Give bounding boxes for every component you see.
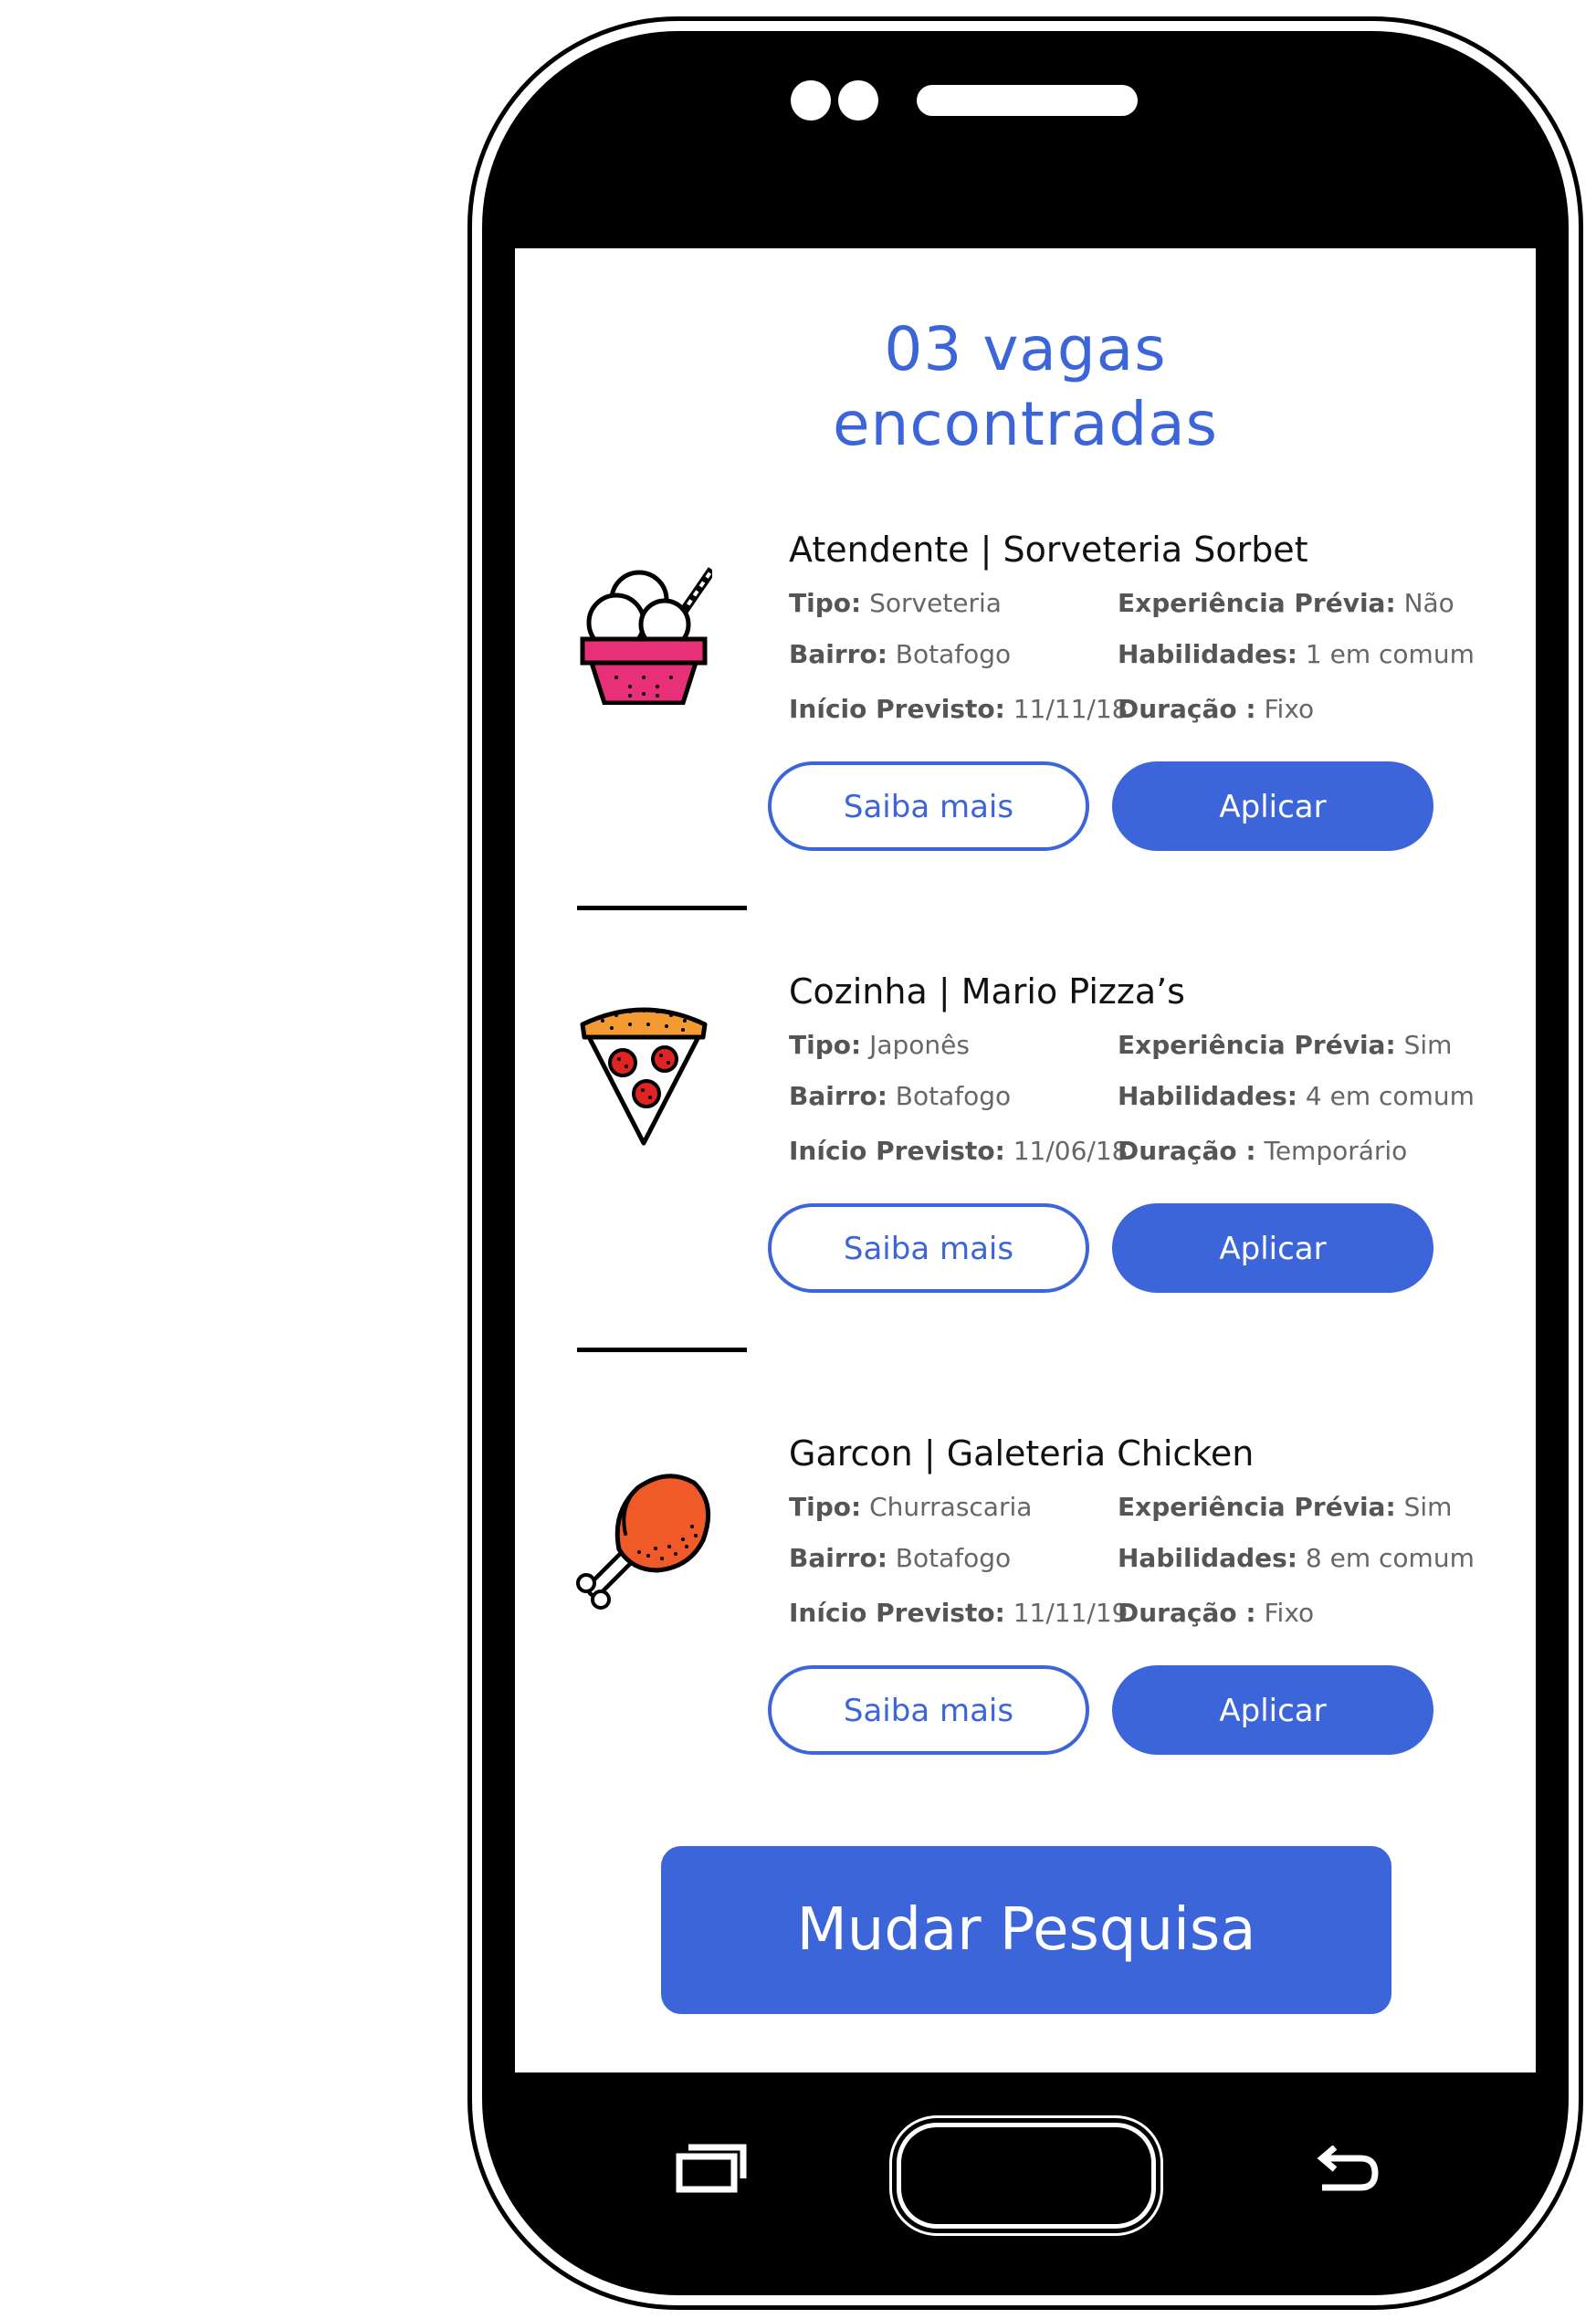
learn-more-button[interactable]: Saiba mais [768, 761, 1089, 851]
job-title: Garcon | Galeteria Chicken [789, 1433, 1255, 1474]
recent-apps-icon[interactable] [676, 2142, 747, 2193]
job-title: Atendente | Sorveteria Sorbet [789, 530, 1308, 570]
apply-button[interactable]: Aplicar [1112, 1203, 1433, 1293]
job-duration: Duração : Temporário [1118, 1136, 1408, 1166]
job-title: Cozinha | Mario Pizza’s [789, 971, 1185, 1012]
back-icon[interactable] [1315, 2146, 1381, 2193]
job-skills: Habilidades: 4 em comum [1118, 1081, 1475, 1111]
job-duration: Duração : Fixo [1118, 1598, 1315, 1628]
learn-more-button[interactable]: Saiba mais [768, 1203, 1089, 1293]
job-neighborhood: Bairro: Botafogo [789, 639, 1012, 669]
apply-button[interactable]: Aplicar [1112, 1665, 1433, 1755]
job-start-date: Início Previsto: 11/11/18 [789, 694, 1129, 724]
sensor-dot [838, 80, 878, 121]
job-divider [577, 906, 747, 910]
job-neighborhood: Bairro: Botafogo [789, 1081, 1012, 1111]
job-type: Tipo: Churrascaria [789, 1492, 1033, 1522]
job-experience: Experiência Prévia: Não [1118, 588, 1454, 618]
job-neighborhood: Bairro: Botafogo [789, 1543, 1012, 1573]
job-divider [577, 1348, 747, 1352]
job-skills: Habilidades: 1 em comum [1118, 639, 1475, 669]
title-line-1: 03 vagas [884, 314, 1167, 384]
apply-button[interactable]: Aplicar [1112, 761, 1433, 851]
learn-more-button[interactable]: Saiba mais [768, 1665, 1089, 1755]
job-start-date: Início Previsto: 11/06/18 [789, 1136, 1129, 1166]
speaker-grille [917, 85, 1138, 116]
pizza-icon [580, 1007, 708, 1146]
job-skills: Habilidades: 8 em comum [1118, 1543, 1475, 1573]
job-experience: Experiência Prévia: Sim [1118, 1030, 1453, 1060]
page-title: 03 vagas encontradas [515, 312, 1536, 462]
job-type: Tipo: Sorveteria [789, 588, 1002, 618]
job-experience: Experiência Prévia: Sim [1118, 1492, 1453, 1522]
job-start-date: Início Previsto: 11/11/19 [789, 1598, 1129, 1628]
change-search-button[interactable]: Mudar Pesquisa [661, 1846, 1391, 2014]
title-line-2: encontradas [832, 389, 1219, 459]
ice-cream-icon [580, 567, 712, 705]
camera-dot [791, 80, 831, 121]
home-button[interactable] [897, 2123, 1156, 2229]
job-type: Tipo: Japonês [789, 1030, 970, 1060]
chicken-leg-icon [576, 1474, 711, 1610]
job-duration: Duração : Fixo [1118, 694, 1315, 724]
app-screen: 03 vagas encontradas Atendente | Sorvete… [515, 248, 1536, 2072]
